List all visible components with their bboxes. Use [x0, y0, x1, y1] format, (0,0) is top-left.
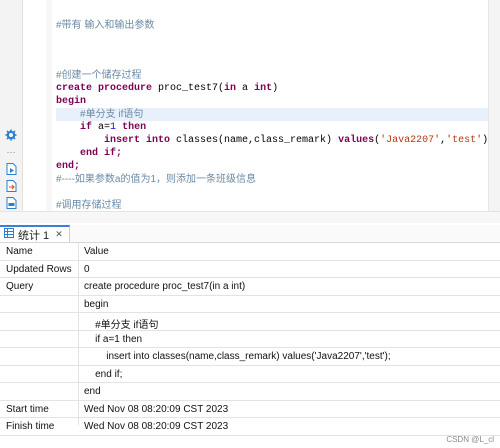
code-keyword: if — [80, 122, 93, 133]
editor-vertical-scrollbar[interactable] — [488, 0, 500, 211]
grid-cell-value: insert into classes(name,class_remark) v… — [84, 351, 391, 362]
code-line: begin — [56, 95, 500, 108]
code-line: if a=1 then — [56, 121, 500, 134]
code-string: 'Java2207' — [380, 135, 441, 146]
code-keyword: begin — [56, 96, 87, 107]
code-keyword: values — [338, 135, 375, 146]
code-line: insert into classes(name,class_remark) v… — [56, 134, 500, 147]
grid-cell-value: Wed Nov 08 08:20:09 CST 2023 — [84, 403, 229, 415]
code-line: #创建一个储存过程 — [56, 69, 500, 82]
grid-cell-value: begin — [84, 298, 109, 310]
code-text: a — [236, 83, 255, 94]
code-text: ) — [272, 83, 279, 94]
grid-icon — [4, 228, 14, 241]
grid-cell-value: if a=1 then — [84, 333, 143, 345]
tab-statistics[interactable]: 统计 1 ✕ — [0, 225, 70, 242]
code-line: end if; — [56, 147, 500, 160]
grid-cell-value: 0 — [84, 263, 90, 275]
fold-ruler — [46, 0, 52, 222]
code-keyword: insert into — [104, 135, 171, 146]
grid-row[interactable]: if a=1 then — [0, 331, 500, 348]
close-icon[interactable]: ✕ — [55, 229, 63, 240]
grid-cell-name: Updated Rows — [6, 263, 72, 275]
code-text: a= — [92, 122, 111, 133]
editor-gutter: ⋯ — [0, 0, 23, 222]
grid-header-row: Name Value — [0, 243, 500, 261]
code-comment: #----如果参数a的值为1，则添加一条班级信息 — [56, 174, 257, 185]
code-line: #单分支 if语句 — [56, 108, 500, 121]
grid-cell-value: create procedure proc_test7(in a int) — [84, 281, 246, 292]
editor-horizontal-scrollbar[interactable] — [0, 211, 500, 223]
code-text: classes(name,class_remark) — [170, 135, 339, 146]
grid-row[interactable]: Updated Rows 0 — [0, 261, 500, 278]
header-value: Value — [84, 246, 109, 257]
code-line: #带有 输入和输出参数 — [56, 19, 500, 32]
grid-cell-value: end — [84, 386, 101, 397]
grid-row[interactable]: end — [0, 383, 500, 401]
more-dots-icon: ⋯ — [6, 146, 16, 157]
code-comment: #单分支 if语句 — [80, 109, 144, 120]
code-comment: #创建一个储存过程 — [56, 70, 142, 81]
grid-row[interactable]: insert into classes(name,class_remark) v… — [0, 348, 500, 366]
code-line: create procedure proc_test7(in a int) — [56, 82, 500, 95]
grid-cell-value: end if; — [84, 368, 123, 380]
code-keyword: int — [254, 83, 273, 94]
grid-row[interactable]: Query create procedure proc_test7(in a in… — [0, 278, 500, 296]
gear-icon[interactable] — [5, 129, 17, 141]
grid-cell-value: Wed Nov 08 08:20:09 CST 2023 — [84, 421, 229, 432]
code-keyword: in — [224, 83, 237, 94]
grid-row[interactable]: #单分支 if语句 — [0, 313, 500, 331]
grid-cell-name: Start time — [6, 403, 49, 415]
code-comment: #调用存储过程 — [56, 200, 122, 211]
grid-cell-name: Query — [6, 281, 34, 292]
code-line: end; — [56, 160, 500, 173]
tab-label: 统计 1 — [18, 229, 50, 242]
grid-row[interactable]: Start time Wed Nov 08 08:20:09 CST 2023 — [0, 401, 500, 418]
code-comment: #带有 输入和输出参数 — [56, 20, 155, 31]
run-file-icon[interactable] — [5, 163, 17, 175]
code-line: #----如果参数a的值为1，则添加一条班级信息 — [56, 173, 500, 186]
code-line — [56, 186, 500, 199]
code-string: 'test' — [446, 135, 483, 146]
code-keyword: end if; — [80, 148, 123, 159]
code-keyword: create procedure — [56, 83, 153, 94]
code-keyword: end; — [56, 161, 81, 172]
code-blank — [56, 187, 62, 198]
grid-cell-name: Finish time — [6, 421, 55, 432]
grid-row[interactable]: end if; — [0, 366, 500, 383]
grid-row[interactable]: Finish time Wed Nov 08 08:20:09 CST 2023 — [0, 418, 500, 436]
column-divider[interactable] — [78, 243, 79, 425]
code-keyword: then — [116, 122, 147, 133]
results-tab-bar: 统计 1 ✕ — [0, 225, 500, 243]
grid-row[interactable]: begin — [0, 296, 500, 313]
watermark: CSDN @L_cl — [446, 435, 494, 444]
grid-cell-value: #单分支 if语句 — [84, 320, 159, 331]
header-name: Name — [6, 246, 33, 257]
xml-file-icon[interactable] — [5, 197, 17, 209]
export-file-icon[interactable] — [5, 180, 17, 192]
sql-editor[interactable]: ⋯ #带有 输入和输出参数 #创建一个储存过程 create procedure … — [0, 0, 500, 237]
statistics-grid: Name Value Updated Rows 0 Query create proc… — [0, 243, 500, 436]
code-text: proc_test7( — [152, 83, 225, 94]
